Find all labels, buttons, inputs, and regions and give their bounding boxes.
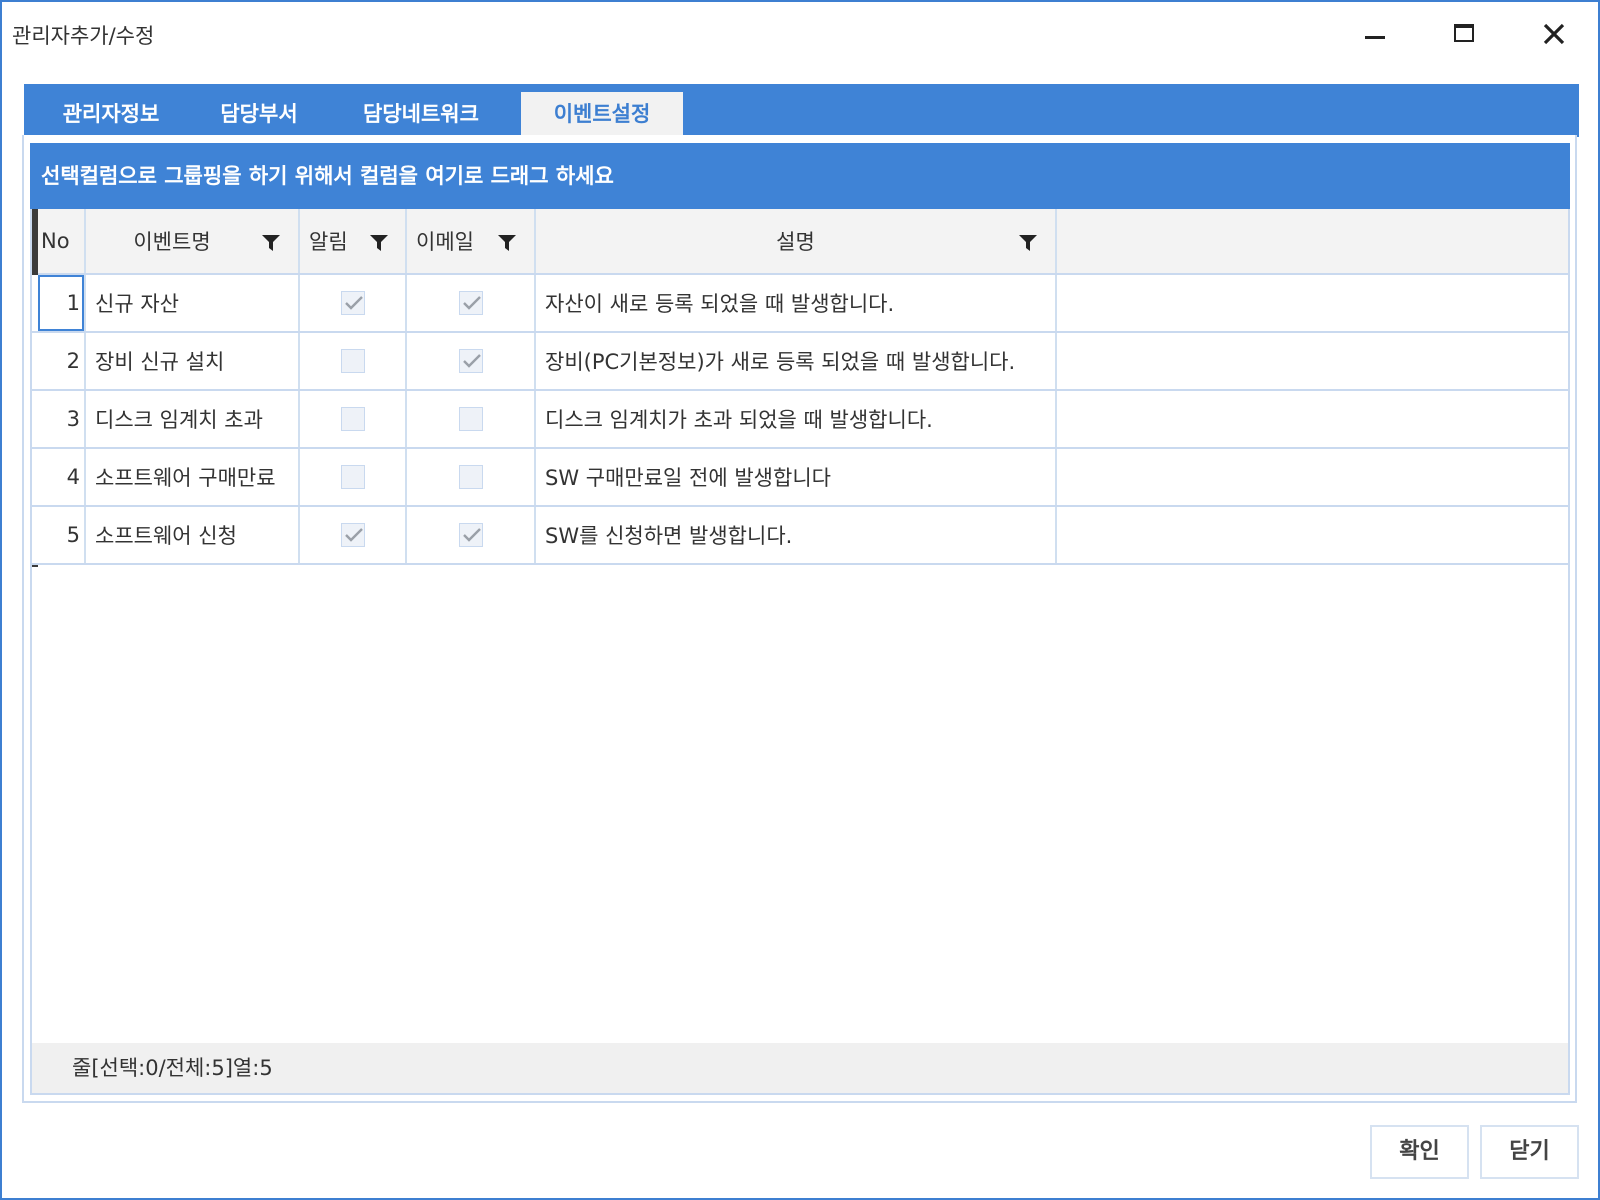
column-label-no: No — [41, 229, 70, 253]
alert-checkbox-cell[interactable] — [300, 507, 407, 563]
alert-checkbox[interactable] — [340, 465, 365, 489]
event-grid: No 이벤트명 알림 이메일 설명 1 신규 자산 자산이 새로 등록 되었을 때 … — [30, 209, 1570, 1095]
row-number-cell[interactable]: 3 — [38, 391, 86, 447]
row-number-cell[interactable]: 4 — [38, 449, 86, 505]
alert-checkbox-cell[interactable] — [300, 391, 407, 447]
filter-icon[interactable] — [1019, 235, 1037, 251]
event-name-cell[interactable]: 디스크 임계치 초과 — [86, 391, 300, 447]
row-number: 3 — [66, 407, 80, 431]
description-cell[interactable]: 디스크 임계치가 초과 되었을 때 발생합니다. — [536, 391, 1057, 447]
event-name-cell[interactable]: 소프트웨어 신청 — [86, 507, 300, 563]
column-header-alert[interactable]: 알림 — [300, 209, 407, 273]
email-checkbox-cell[interactable] — [407, 275, 536, 331]
column-label-name: 이벤트명 — [133, 230, 211, 254]
focused-cell-indicator — [38, 275, 84, 331]
event-name-cell[interactable]: 소프트웨어 구매만료 — [86, 449, 300, 505]
email-checkbox-cell[interactable] — [407, 391, 536, 447]
row-number-cell[interactable]: 5 — [38, 507, 86, 563]
tab-admin-info[interactable]: 관리자정보 — [44, 92, 178, 137]
description-cell[interactable]: 장비(PC기본정보)가 새로 등록 되었을 때 발생합니다. — [536, 333, 1057, 389]
checkmark-icon — [344, 296, 363, 310]
event-name-cell[interactable]: 장비 신규 설치 — [86, 333, 300, 389]
row-number: 5 — [66, 523, 80, 547]
title-bar[interactable]: 관리자추가/수정 — [2, 2, 1598, 66]
column-label-alert: 알림 — [309, 230, 348, 254]
email-checkbox[interactable] — [458, 291, 483, 315]
tab-network[interactable]: 담당네트워크 — [340, 92, 502, 137]
table-row[interactable]: 2 장비 신규 설치 장비(PC기본정보)가 새로 등록 되었을 때 발생합니다. — [32, 333, 1568, 391]
minimize-icon[interactable] — [1354, 14, 1394, 54]
alert-checkbox[interactable] — [340, 349, 365, 373]
alert-checkbox-cell[interactable] — [300, 333, 407, 389]
email-checkbox-cell[interactable] — [407, 507, 536, 563]
column-label-desc: 설명 — [776, 230, 815, 254]
ok-button[interactable]: 확인 — [1370, 1125, 1469, 1179]
checkmark-icon — [462, 296, 481, 310]
column-header-name[interactable]: 이벤트명 — [86, 209, 300, 273]
column-header-no[interactable]: No — [38, 209, 86, 273]
alert-checkbox[interactable] — [340, 291, 365, 315]
tab-department[interactable]: 담당부서 — [198, 92, 320, 137]
filter-icon[interactable] — [262, 235, 280, 251]
tab-bar: 관리자정보 담당부서 담당네트워크 이벤트설정 — [24, 84, 1579, 137]
checkmark-icon — [462, 528, 481, 542]
description-cell[interactable]: SW 구매만료일 전에 발생합니다 — [536, 449, 1057, 505]
email-checkbox-cell[interactable] — [407, 449, 536, 505]
email-checkbox[interactable] — [458, 465, 483, 489]
tab-event-settings[interactable]: 이벤트설정 — [521, 92, 683, 137]
row-number-cell[interactable]: 2 — [38, 333, 86, 389]
maximize-icon[interactable] — [1444, 14, 1484, 54]
window-title: 관리자추가/수정 — [12, 24, 155, 48]
email-checkbox-cell[interactable] — [407, 333, 536, 389]
table-row[interactable]: 5 소프트웨어 신청 SW를 신청하면 발생합니다. — [32, 507, 1568, 565]
description-cell[interactable]: 자산이 새로 등록 되었을 때 발생합니다. — [536, 275, 1057, 331]
row-number: 4 — [66, 465, 80, 489]
table-row[interactable]: 1 신규 자산 자산이 새로 등록 되었을 때 발생합니다. — [32, 275, 1568, 333]
event-name-cell[interactable]: 신규 자산 — [86, 275, 300, 331]
close-icon[interactable] — [1534, 14, 1574, 54]
description-cell[interactable]: SW를 신청하면 발생합니다. — [536, 507, 1057, 563]
alert-checkbox[interactable] — [340, 407, 365, 431]
grid-header: No 이벤트명 알림 이메일 설명 — [32, 209, 1568, 275]
filter-icon[interactable] — [498, 235, 516, 251]
filter-icon[interactable] — [370, 235, 388, 251]
email-checkbox[interactable] — [458, 523, 483, 547]
email-checkbox[interactable] — [458, 407, 483, 431]
alert-checkbox-cell[interactable] — [300, 275, 407, 331]
alert-checkbox[interactable] — [340, 523, 365, 547]
grid-status-bar: 줄[선택:0/전체:5]열:5 — [32, 1043, 1568, 1093]
close-button[interactable]: 닫기 — [1480, 1125, 1579, 1179]
table-row[interactable]: 4 소프트웨어 구매만료 SW 구매만료일 전에 발생합니다 — [32, 449, 1568, 507]
column-label-email: 이메일 — [416, 230, 474, 254]
column-header-email[interactable]: 이메일 — [407, 209, 536, 273]
table-row[interactable]: 3 디스크 임계치 초과 디스크 임계치가 초과 되었을 때 발생합니다. — [32, 391, 1568, 449]
email-checkbox[interactable] — [458, 349, 483, 373]
group-by-panel[interactable]: 선택컬럼으로 그룹핑을 하기 위해서 컬럼을 여기로 드래그 하세요 — [30, 143, 1570, 209]
row-number: 2 — [66, 349, 80, 373]
column-header-desc[interactable]: 설명 — [536, 209, 1057, 273]
checkmark-icon — [344, 528, 363, 542]
alert-checkbox-cell[interactable] — [300, 449, 407, 505]
checkmark-icon — [462, 354, 481, 368]
